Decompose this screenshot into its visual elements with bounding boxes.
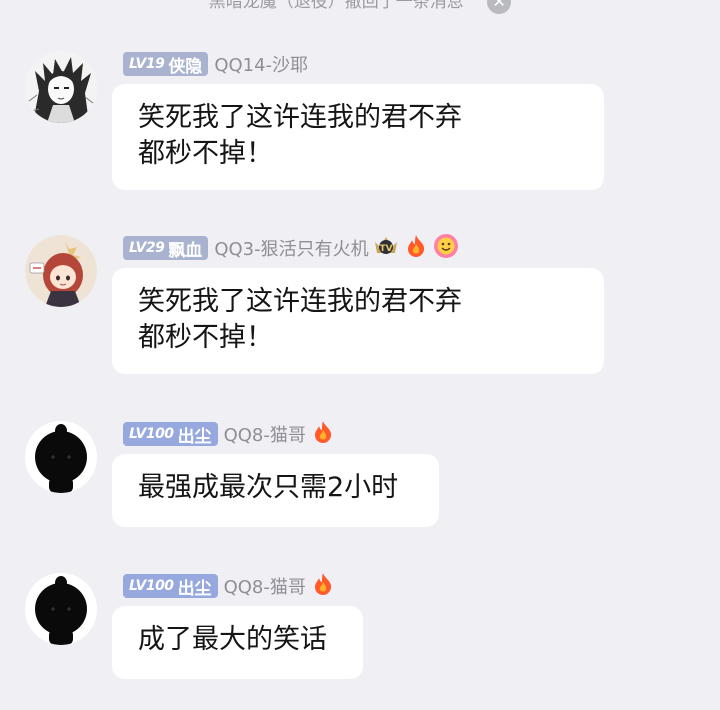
black-silhouette-avatar-icon	[25, 421, 97, 493]
message-header: LV100 出尘 QQ8-猫哥	[123, 573, 336, 599]
flame-icon	[310, 571, 336, 601]
message-line: 成了最大的笑话	[138, 624, 327, 655]
black-silhouette-avatar-icon	[25, 573, 97, 645]
nickname[interactable]: QQ3-狠活只有火机	[214, 235, 368, 261]
svg-text:TV: TV	[379, 244, 392, 254]
nickname[interactable]: QQ8-猫哥	[224, 421, 306, 447]
recall-notice: 黑暗龙魔（退役）撤回了一条消息 ✕	[0, 0, 720, 16]
manga-portrait-icon	[25, 51, 97, 123]
message-line: 笑死我了这许连我的君不弃	[138, 102, 462, 133]
close-icon[interactable]: ✕	[487, 0, 512, 14]
message-header: LV19 侠隐 QQ14-沙耶	[123, 51, 308, 77]
message-header: LV29 飘血 QQ3-狠活只有火机 TV	[123, 233, 459, 263]
avatar[interactable]	[25, 235, 97, 307]
nickname[interactable]: QQ14-沙耶	[214, 51, 308, 77]
message-bubble[interactable]: 笑死我了这许连我的君不弃 都秒不掉！	[112, 84, 604, 190]
message-header: LV100 出尘 QQ8-猫哥	[123, 421, 336, 447]
avatar[interactable]	[25, 51, 97, 123]
message-line: 最强成最次只需2小时	[138, 472, 399, 503]
level-badge[interactable]: LV100 出尘	[123, 422, 218, 447]
title-text: 飘血	[168, 240, 203, 261]
level-text: LV100	[129, 426, 174, 442]
smile-flower-icon	[433, 233, 459, 263]
flame-icon	[310, 419, 336, 449]
chat-window: 黑暗龙魔（退役）撤回了一条消息 ✕ LV19 侠隐 QQ14-沙耶 笑死我了这许…	[0, 0, 720, 710]
message-bubble[interactable]: 最强成最次只需2小时	[112, 454, 439, 527]
message-line: 笑死我了这许连我的君不弃	[138, 286, 462, 317]
anime-girl-avatar-icon	[25, 235, 97, 307]
level-text: LV100	[129, 578, 174, 594]
recall-notice-text: 黑暗龙魔（退役）撤回了一条消息	[208, 0, 464, 12]
avatar[interactable]	[25, 573, 97, 645]
message-bubble[interactable]: 笑死我了这许连我的君不弃 都秒不掉！	[112, 268, 604, 374]
flame-icon	[403, 233, 429, 263]
title-text: 出尘	[177, 426, 212, 447]
avatar[interactable]	[25, 421, 97, 493]
title-text: 出尘	[177, 578, 212, 599]
level-text: LV19	[129, 56, 165, 72]
level-text: LV29	[129, 240, 165, 256]
tv-crown-icon: TV	[373, 233, 399, 263]
level-badge[interactable]: LV100 出尘	[123, 574, 218, 599]
message-bubble[interactable]: 成了最大的笑话	[112, 606, 363, 679]
message-line: 都秒不掉！	[138, 138, 273, 169]
nickname[interactable]: QQ8-猫哥	[224, 573, 306, 599]
message-line: 都秒不掉！	[138, 322, 273, 353]
title-text: 侠隐	[168, 56, 203, 77]
level-badge[interactable]: LV19 侠隐	[123, 52, 209, 77]
level-badge[interactable]: LV29 飘血	[123, 236, 209, 261]
